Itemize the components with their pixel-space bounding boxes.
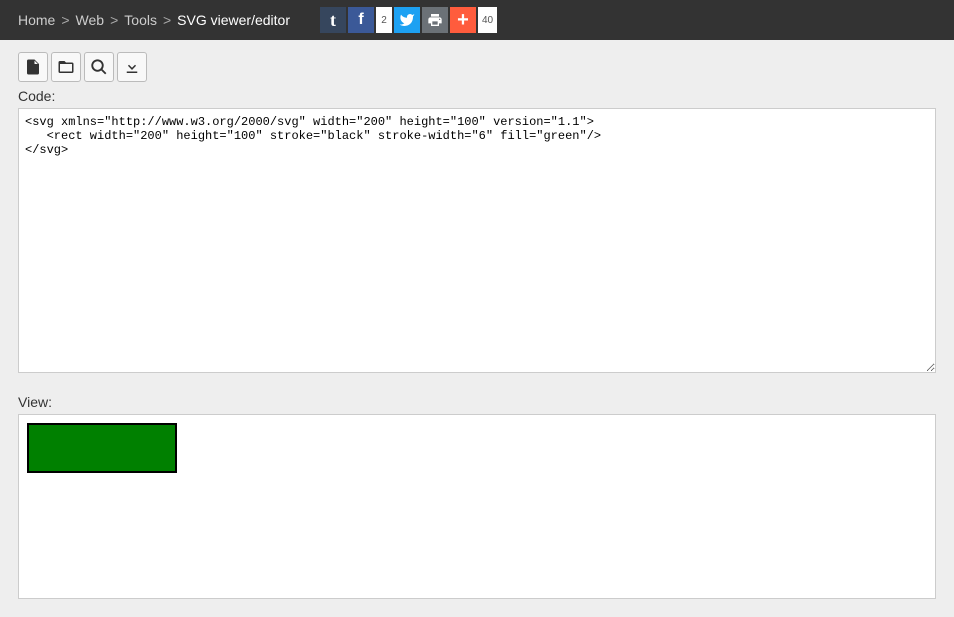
breadcrumb-sep: > <box>61 12 69 28</box>
header-bar: Home > Web > Tools > SVG viewer/editor t… <box>0 0 954 40</box>
rendered-rect <box>27 423 177 473</box>
search-icon <box>90 58 108 76</box>
facebook-share-button[interactable]: f <box>348 7 374 33</box>
addthis-share-button[interactable]: + <box>450 7 476 33</box>
code-textarea[interactable] <box>18 108 936 373</box>
folder-open-icon <box>57 58 75 76</box>
breadcrumb-tools[interactable]: Tools <box>124 12 157 28</box>
rendered-svg <box>27 423 177 473</box>
toolbar <box>0 40 954 86</box>
view-panel <box>18 414 936 599</box>
breadcrumb-web[interactable]: Web <box>76 12 105 28</box>
download-button[interactable] <box>117 52 147 82</box>
print-button[interactable] <box>422 7 448 33</box>
download-icon <box>123 58 141 76</box>
breadcrumb-sep: > <box>163 12 171 28</box>
twitter-icon <box>399 12 415 28</box>
new-file-button[interactable] <box>18 52 48 82</box>
print-icon <box>427 12 443 28</box>
svg-render <box>27 423 927 473</box>
facebook-share-count: 2 <box>376 7 392 33</box>
file-icon <box>24 58 42 76</box>
open-file-button[interactable] <box>51 52 81 82</box>
social-share-row: t f 2 + 40 <box>320 7 497 33</box>
tumblr-share-button[interactable]: t <box>320 7 346 33</box>
breadcrumb-home[interactable]: Home <box>18 12 55 28</box>
addthis-share-count: 40 <box>478 7 497 33</box>
breadcrumb-sep: > <box>110 12 118 28</box>
breadcrumb-current: SVG viewer/editor <box>177 12 290 28</box>
twitter-share-button[interactable] <box>394 7 420 33</box>
code-label: Code: <box>0 86 954 108</box>
breadcrumb: Home > Web > Tools > SVG viewer/editor <box>18 12 290 28</box>
zoom-button[interactable] <box>84 52 114 82</box>
view-label: View: <box>0 392 954 414</box>
